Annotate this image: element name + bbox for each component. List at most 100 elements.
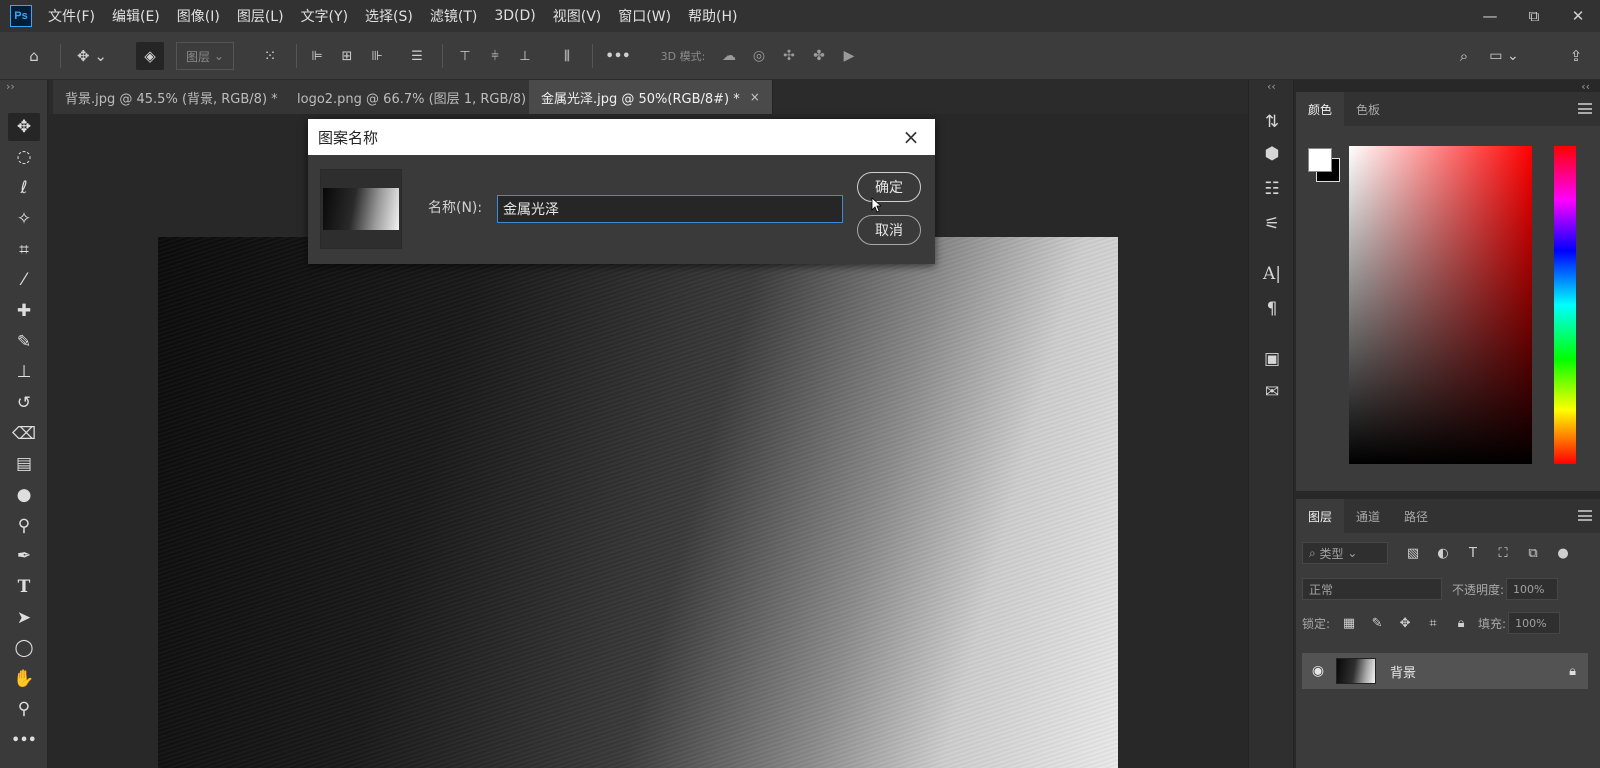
blur-tool-icon[interactable]: ● (8, 481, 40, 509)
tab-channels[interactable]: 通道 (1344, 499, 1392, 533)
menu-file[interactable]: 文件(F) (48, 6, 95, 26)
minimize-button[interactable]: — (1468, 0, 1512, 32)
adjustments-icon[interactable]: ⚟ (1257, 210, 1287, 238)
gradient-tool-icon[interactable]: ▤ (8, 450, 40, 478)
layer-filter-dropdown[interactable]: ⌕ 类型 ⌄ (1302, 542, 1388, 564)
panel-menu-icon[interactable] (1578, 103, 1592, 114)
close-window-button[interactable]: ✕ (1556, 0, 1600, 32)
foreground-color-swatch[interactable] (1308, 148, 1332, 172)
lock-transparent-icon[interactable]: ▦ (1338, 612, 1360, 634)
more-options-icon[interactable]: ••• (604, 42, 632, 70)
shape-tool-icon[interactable]: ◯ (8, 634, 40, 662)
filter-smart-object-icon[interactable]: ⧉ (1522, 542, 1544, 564)
ok-button[interactable]: 确定 (857, 172, 921, 202)
tab-swatches[interactable]: 色板 (1344, 92, 1392, 126)
menu-view[interactable]: 视图(V) (553, 6, 602, 26)
distribute-icon[interactable]: ☰ (406, 42, 428, 70)
tab-color[interactable]: 颜色 (1296, 92, 1345, 126)
menu-select[interactable]: 选择(S) (365, 6, 413, 26)
3d-roll-icon[interactable]: ◎ (748, 42, 770, 70)
align-center-icon[interactable]: ⊞ (336, 42, 358, 70)
eyedropper-tool-icon[interactable]: ⁄ (8, 266, 40, 294)
move-tool-icon[interactable]: ✥ (8, 113, 40, 141)
tab-metal-gloss-jpg[interactable]: 金属光泽.jpg @ 50%(RGB/8#) * × (529, 80, 773, 114)
notes-panel-icon[interactable]: ✉ (1257, 378, 1287, 406)
align-middle-icon[interactable]: ⫩ (484, 42, 506, 70)
menu-layer[interactable]: 图层(L) (237, 6, 284, 26)
crop-tool-icon[interactable]: ⌗ (8, 236, 40, 264)
menu-image[interactable]: 图像(I) (177, 6, 220, 26)
transform-controls-icon[interactable]: ⁙ (256, 42, 284, 70)
share-icon[interactable]: ⇪ (1562, 42, 1590, 70)
eraser-tool-icon[interactable]: ⌫ (8, 420, 40, 448)
menu-help[interactable]: 帮助(H) (688, 6, 737, 26)
tab-layers[interactable]: 图层 (1296, 499, 1345, 533)
stamp-tool-icon[interactable]: ⊥ (8, 358, 40, 386)
align-top-icon[interactable]: ⊤ (454, 42, 476, 70)
filter-type-icon[interactable]: T (1462, 542, 1484, 564)
blend-mode-dropdown[interactable]: 正常 (1302, 578, 1442, 600)
layer-select-dropdown[interactable]: 图层 ⌄ (176, 42, 234, 70)
tab-background-jpg[interactable]: 背景.jpg @ 45.5% (背景, RGB/8) * × (53, 80, 311, 114)
lasso-tool-icon[interactable]: ℓ (8, 174, 40, 202)
opacity-input[interactable]: 100% (1506, 578, 1559, 600)
pattern-name-input[interactable] (497, 195, 843, 223)
lock-position-icon[interactable]: ✥ (1394, 612, 1416, 634)
filter-toggle-icon[interactable]: ● (1552, 542, 1574, 564)
filter-shape-icon[interactable]: ⛶ (1492, 542, 1514, 564)
paragraph-panel-icon[interactable]: ¶ (1257, 295, 1287, 323)
hand-tool-icon[interactable]: ✋ (8, 665, 40, 693)
filter-adjustment-icon[interactable]: ◐ (1432, 542, 1454, 564)
cancel-button[interactable]: 取消 (857, 215, 921, 245)
menu-filter[interactable]: 滤镜(T) (430, 6, 477, 26)
tab-paths[interactable]: 路径 (1392, 499, 1440, 533)
healing-brush-tool-icon[interactable]: ✚ (8, 297, 40, 325)
collapse-strip-icon[interactable]: ‹‹ (1267, 80, 1276, 93)
align-right-icon[interactable]: ⊪ (366, 42, 388, 70)
close-tab-icon[interactable]: × (750, 90, 760, 104)
3d-camera-icon[interactable]: ▶ (838, 42, 860, 70)
menu-type[interactable]: 文字(Y) (301, 6, 348, 26)
tab-logo2-png[interactable]: logo2.png @ 66.7% (图层 1, RGB/8) × (285, 80, 560, 114)
properties-panel-icon[interactable]: ▣ (1257, 345, 1287, 373)
distribute-vertical-icon[interactable]: ⫼ (556, 42, 578, 70)
restore-button[interactable]: ⧉ (1512, 0, 1556, 32)
menu-edit[interactable]: 编辑(E) (112, 6, 160, 26)
magic-wand-tool-icon[interactable]: ✧ (8, 205, 40, 233)
3d-panel-icon[interactable]: ⬢ (1257, 140, 1287, 168)
panel-menu-icon[interactable] (1578, 510, 1592, 521)
hue-slider[interactable] (1554, 146, 1576, 464)
menu-window[interactable]: 窗口(W) (618, 6, 671, 26)
search-icon[interactable]: ⌕ (1450, 42, 1478, 70)
home-icon[interactable]: ⌂ (20, 42, 48, 70)
lock-all-icon[interactable]: 🔒︎ (1450, 612, 1472, 634)
filter-pixel-icon[interactable]: ▧ (1402, 542, 1424, 564)
pen-tool-icon[interactable]: ✒ (8, 542, 40, 570)
align-bottom-icon[interactable]: ⊥ (514, 42, 536, 70)
brush-tool-icon[interactable]: ✎ (8, 328, 40, 356)
character-panel-icon[interactable]: A| (1257, 260, 1287, 288)
move-tool-preset-icon[interactable]: ✥ ⌄ (72, 42, 112, 70)
document-canvas-image[interactable] (158, 237, 1118, 768)
workspace-icon[interactable]: ▭ ⌄ (1484, 42, 1524, 70)
dodge-tool-icon[interactable]: ⚲ (8, 512, 40, 540)
3d-slide-icon[interactable]: ✤ (808, 42, 830, 70)
history-brush-tool-icon[interactable]: ↺ (8, 389, 40, 417)
zoom-tool-icon[interactable]: ⚲ (8, 695, 40, 723)
menu-3d[interactable]: 3D(D) (494, 8, 535, 24)
collapse-tools-icon[interactable]: ›› (6, 80, 15, 93)
type-tool-icon[interactable]: T (8, 573, 40, 601)
lock-artboard-icon[interactable]: ⌗ (1422, 612, 1444, 634)
lock-image-icon[interactable]: ✎ (1366, 612, 1388, 634)
layer-lock-icon[interactable]: 🔒︎ (1569, 664, 1576, 679)
fill-input[interactable]: 100% (1508, 612, 1561, 634)
close-icon[interactable]: × (899, 125, 923, 149)
brush-settings-icon[interactable]: ☷ (1257, 175, 1287, 203)
marquee-tool-icon[interactable]: ◌ (8, 143, 40, 171)
edit-toolbar-icon[interactable]: ••• (8, 726, 40, 754)
history-panel-icon[interactable]: ⇅ (1257, 108, 1287, 136)
3d-pan-icon[interactable]: ✣ (778, 42, 800, 70)
visibility-eye-icon[interactable]: ◉ (1302, 663, 1334, 679)
color-field[interactable] (1349, 146, 1532, 464)
auto-select-icon[interactable]: ◈ (136, 42, 164, 70)
